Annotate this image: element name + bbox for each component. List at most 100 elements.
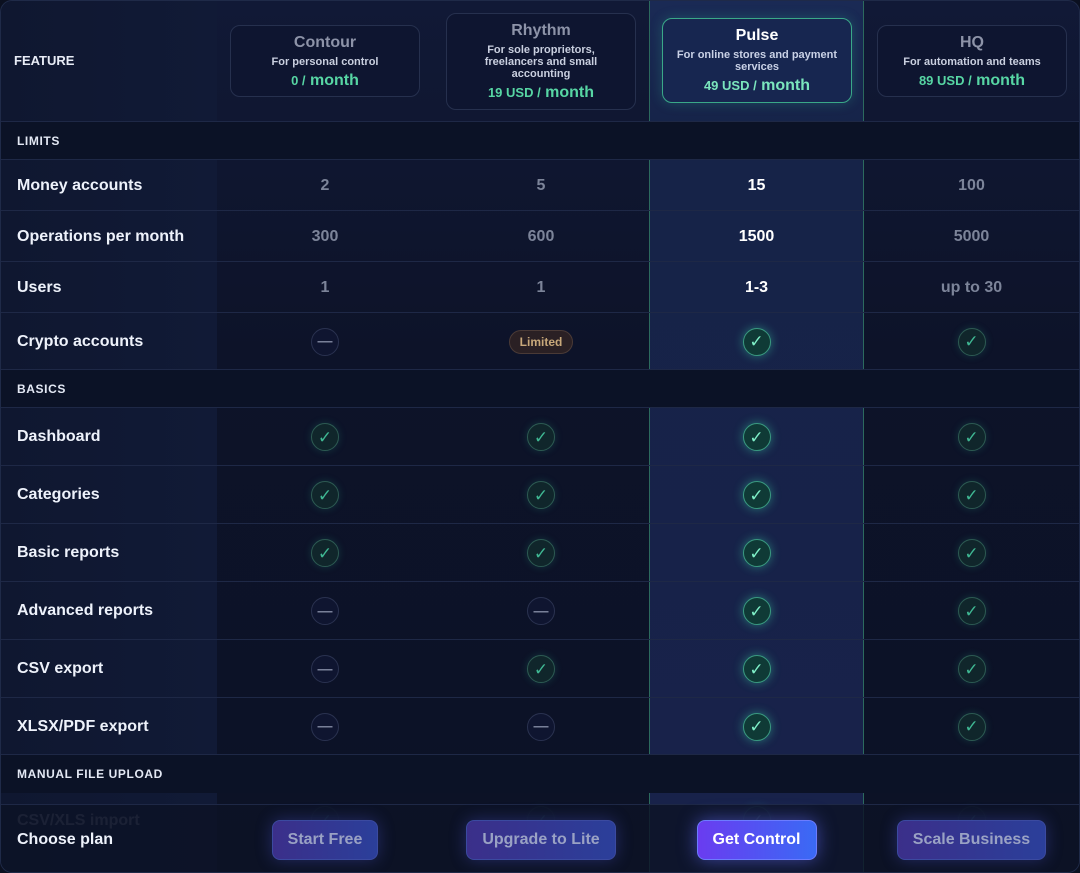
plan-cell: ✓ [864,597,1079,625]
plan-cell: 15 [649,177,864,195]
plan-cell: ✓ [649,655,864,683]
table-row: XLSX/PDF export — — ✓ ✓ [1,697,1079,755]
plan-cell: — [217,712,433,741]
plan-cell: 100 [864,177,1079,195]
plan-cell: 1 [217,279,433,297]
upgrade-to-lite-button[interactable]: Upgrade to Lite [466,820,616,860]
table-row: Basic reports ✓ ✓ ✓ ✓ [1,523,1079,582]
dash-icon: — [311,327,339,356]
plan-cell: 600 [433,228,649,246]
plan-cell: ✓ [649,327,864,356]
limited-badge: Limited [508,329,574,354]
plan-cell: ✓ [864,712,1079,741]
check-icon: ✓ [311,481,339,509]
plan-name: Rhythm [511,22,571,39]
plan-card-contour[interactable]: Contour For personal control 0 / month [230,25,420,97]
plan-cell: — [217,327,433,356]
cell-value: 15 [747,176,766,194]
cell-value: 2 [320,176,330,194]
feature-column-header: FEATURE [14,53,75,68]
plan-price: 89 USD / month [918,72,1026,89]
check-icon: ✓ [742,712,771,741]
start-free-button[interactable]: Start Free [271,820,379,860]
plan-description: For personal control [271,56,379,68]
cell-value: 5000 [953,227,990,245]
plan-cell: ✓ [433,539,649,567]
check-icon: ✓ [527,655,555,683]
plan-cell: — [217,655,433,683]
section-title: BASICS [17,382,66,396]
check-icon: ✓ [957,481,986,509]
plan-cell: 300 [217,228,433,246]
plan-cell: 1500 [649,228,864,246]
table-row: Operations per month 300 600 1500 5000 [1,210,1079,262]
cell-value: 1-3 [744,278,769,296]
cell-value: up to 30 [940,278,1003,296]
feature-label: Categories [17,486,100,503]
plan-cell: ✓ [864,655,1079,683]
get-control-button[interactable]: Get Control [696,820,817,860]
check-icon: ✓ [742,481,771,509]
check-icon: ✓ [957,539,986,567]
cell-value: 1500 [738,227,775,245]
dash-icon: — [311,655,339,683]
dash-icon: — [311,712,339,741]
plan-header-row: FEATURE Contour For personal control 0 /… [1,1,1079,121]
plan-name: HQ [960,34,984,51]
plan-cell: 2 [217,177,433,195]
plan-cell: — [217,597,433,625]
check-icon: ✓ [957,423,986,451]
plan-cell: ✓ [649,539,864,567]
check-icon: ✓ [742,655,771,683]
check-icon: ✓ [742,539,771,567]
table-row: Crypto accounts — Limited ✓ ✓ [1,312,1079,370]
scale-business-button[interactable]: Scale Business [896,820,1047,860]
check-icon: ✓ [311,539,339,567]
cell-value: 1 [536,278,546,296]
dash-icon: — [527,712,555,741]
choose-plan-label: Choose plan [17,831,114,848]
check-icon: ✓ [957,655,986,683]
table-row: Categories ✓ ✓ ✓ ✓ [1,465,1079,524]
table-row: Money accounts 2 5 15 100 [1,159,1079,211]
cell-value: 1 [320,278,330,296]
check-icon: ✓ [957,712,986,741]
plan-cell: ✓ [864,327,1079,356]
plan-card-hq[interactable]: HQ For automation and teams 89 USD / mon… [877,25,1067,97]
plan-name: Contour [293,34,357,51]
plan-cell: ✓ [217,423,433,451]
feature-label: Dashboard [17,428,101,445]
plan-card-pulse[interactable]: Pulse For online stores and payment serv… [662,18,852,103]
plan-cell: ✓ [649,481,864,509]
cell-value: 5 [536,176,546,194]
check-icon: ✓ [527,539,555,567]
plan-cell: ✓ [433,655,649,683]
plan-cell: 1 [433,279,649,297]
table-row: CSV export — ✓ ✓ ✓ [1,639,1079,698]
section-header: MANUAL FILE UPLOAD [1,754,1079,793]
plan-cell: — [433,597,649,625]
plan-cell: 5000 [864,228,1079,246]
plan-cell: Limited [433,329,649,354]
plan-cell: — [433,712,649,741]
dash-icon: — [311,597,339,625]
table-row: Users 1 1 1-3 up to 30 [1,261,1079,313]
plan-price: 19 USD / month [487,84,595,101]
plan-cell: ✓ [649,712,864,741]
check-icon: ✓ [742,423,771,451]
feature-label: XLSX/PDF export [17,717,149,735]
plan-price: 49 USD / month [703,77,811,94]
section-title: LIMITS [17,134,60,148]
plan-name: Pulse [735,27,779,44]
plan-cell: 1-3 [649,279,864,297]
section-header: BASICS [1,369,1079,408]
check-icon: ✓ [957,327,986,356]
plan-cell: up to 30 [864,279,1079,297]
plan-card-rhythm[interactable]: Rhythm For sole proprietors, freelancers… [446,13,636,110]
plan-description: For automation and teams [903,56,1041,68]
plan-cell: ✓ [864,423,1079,451]
plan-price: 0 / month [291,72,359,89]
plan-cell: ✓ [864,539,1079,567]
table-row: Dashboard ✓ ✓ ✓ ✓ [1,407,1079,466]
cell-value: 100 [958,176,985,194]
